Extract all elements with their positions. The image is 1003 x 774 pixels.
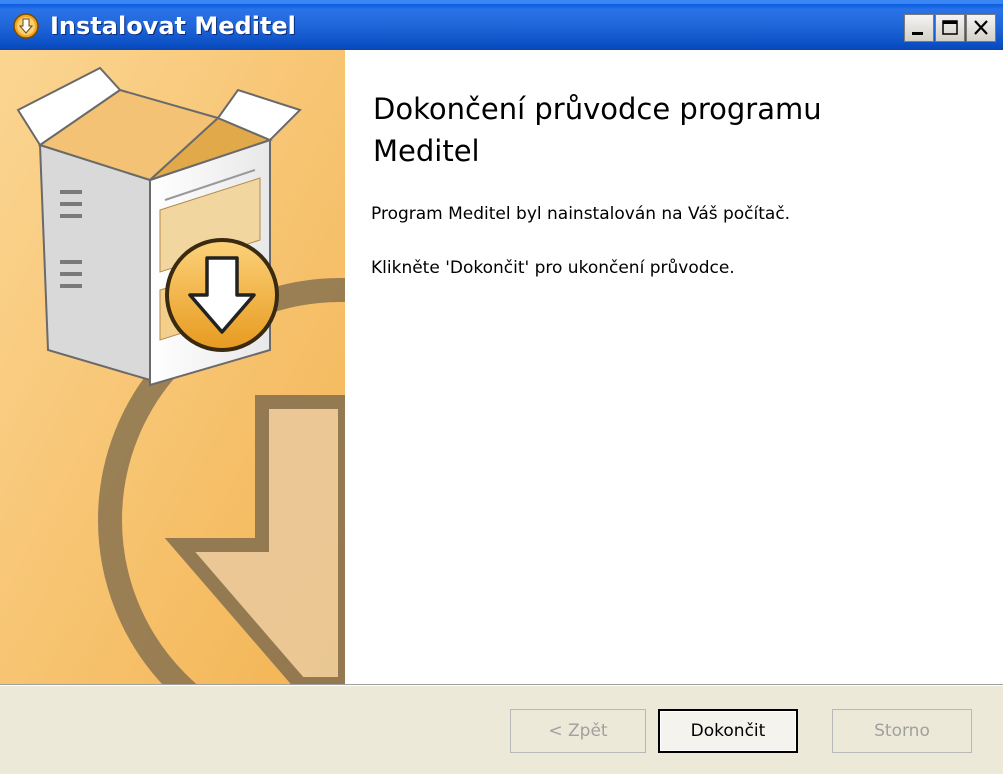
installer-window: Instalovat Meditel Dokončení průvodce pr… — [0, 0, 1003, 774]
cancel-button[interactable]: Storno — [832, 709, 972, 753]
package-box-download-icon — [0, 50, 345, 684]
close-button[interactable] — [966, 14, 996, 42]
close-icon — [974, 20, 988, 35]
minimize-icon — [912, 32, 923, 35]
minimize-button[interactable] — [904, 14, 934, 42]
installed-message: Program Meditel byl nainstalován na Váš … — [371, 204, 791, 224]
button-bar: < Zpět Dokončit Storno — [0, 684, 1003, 774]
content-area: Dokončení průvodce programu Meditel Prog… — [345, 50, 1003, 684]
installer-icon — [13, 13, 39, 39]
title-bar[interactable]: Instalovat Meditel — [0, 0, 1003, 50]
back-button[interactable]: < Zpět — [510, 709, 646, 753]
maximize-button[interactable] — [935, 14, 965, 42]
page-title: Dokončení průvodce programu Meditel — [373, 92, 822, 168]
finish-button[interactable]: Dokončit — [658, 709, 798, 753]
instruction-message: Klikněte 'Dokončit' pro ukončení průvodc… — [371, 258, 735, 278]
side-banner — [0, 50, 345, 684]
maximize-icon — [942, 20, 958, 35]
window-title: Instalovat Meditel — [50, 12, 296, 40]
